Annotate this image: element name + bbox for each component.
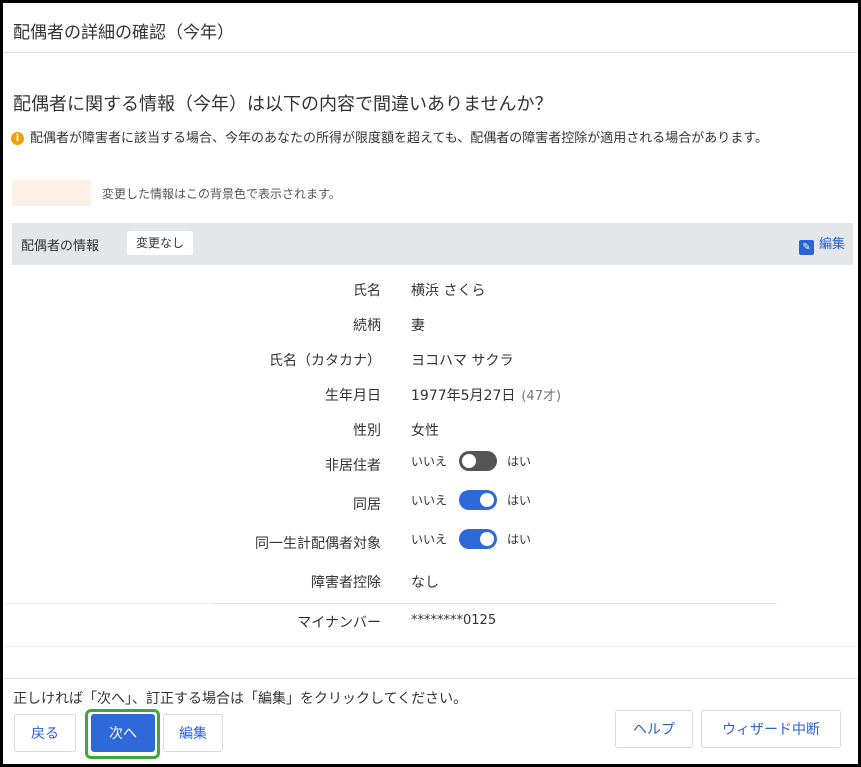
divider — [3, 646, 858, 647]
title-bar: 配偶者の詳細の確認（今年） — [3, 3, 858, 53]
toggle-group: いいえ はい — [411, 529, 531, 549]
cohabit-toggle[interactable] — [459, 490, 498, 510]
age-value: (47才) — [521, 389, 562, 404]
toggle-no-label: いいえ — [411, 493, 448, 508]
section-title: 配偶者の情報 — [21, 239, 100, 254]
field-row-birthday: 生年月日 1977年5月27日 (47才) — [3, 376, 858, 411]
field-value: 女性 — [411, 423, 439, 439]
dialog-title: 配偶者の詳細の確認（今年） — [13, 23, 234, 43]
spouse-info-header: 配偶者の情報 変更なし ✎ 編集 — [12, 223, 853, 265]
nonresident-toggle[interactable] — [459, 451, 498, 471]
field-row-same-household: 同一生計配偶者対象 いいえ はい — [3, 524, 858, 563]
field-label: 氏名 — [353, 283, 381, 299]
toggle-group: いいえ はい — [411, 490, 531, 510]
field-value: なし — [411, 575, 439, 591]
field-label: 障害者控除 — [311, 575, 381, 591]
field-value: ヨコハマ サクラ — [411, 353, 514, 369]
field-row-cohabit: 同居 いいえ はい — [3, 485, 858, 524]
toggle-knob — [462, 454, 477, 468]
field-row-relation: 続柄 妻 — [3, 306, 858, 341]
toggle-yes-label: はい — [507, 454, 532, 469]
field-row-nonresident: 非居住者 いいえ はい — [3, 446, 858, 485]
field-label: 非居住者 — [325, 458, 381, 474]
field-label: マイナンバー — [297, 615, 381, 631]
info-icon: i — [11, 132, 24, 145]
field-value: 妻 — [411, 318, 425, 334]
confirm-question: 配偶者に関する情報（今年）は以下の内容で間違いありませんか？ — [13, 94, 553, 115]
field-label: 生年月日 — [325, 388, 381, 404]
field-value: 横浜 さくら — [411, 283, 486, 299]
abort-wizard-button[interactable]: ウィザード中断 — [701, 710, 841, 748]
field-row-name: 氏名 横浜 さくら — [3, 271, 858, 306]
field-label: 同居 — [353, 497, 381, 513]
field-label: 続柄 — [353, 318, 381, 334]
dialog-window: 配偶者の詳細の確認（今年） 配偶者に関する情報（今年）は以下の内容で間違いありま… — [0, 0, 861, 767]
section-edit-link[interactable]: ✎ 編集 — [798, 233, 845, 255]
help-button[interactable]: ヘルプ — [615, 710, 693, 748]
notice-text: 配偶者が障害者に該当する場合、今年のあなたの所得が限度額を超えても、配偶者の障害… — [30, 131, 769, 146]
next-button[interactable]: 次へ — [91, 714, 155, 752]
section-edit-label: 編集 — [818, 237, 845, 252]
same-household-toggle[interactable] — [459, 529, 498, 549]
edit-button[interactable]: 編集 — [163, 714, 223, 752]
field-row-kana: 氏名（カタカナ） ヨコハマ サクラ — [3, 341, 858, 376]
spouse-info-list: 氏名 横浜 さくら 続柄 妻 氏名（カタカナ） ヨコハマ サクラ 生年月日 19… — [3, 271, 858, 598]
toggle-no-label: いいえ — [411, 454, 448, 469]
notice: i 配偶者が障害者に該当する場合、今年のあなたの所得が限度額を超えても、配偶者の障… — [11, 127, 768, 146]
footer-message: 正しければ「次へ」、訂正する場合は「編集」をクリックしてください。 — [13, 691, 468, 707]
toggle-knob — [480, 532, 495, 546]
toggle-group: いいえ はい — [411, 451, 531, 471]
pencil-icon: ✎ — [798, 240, 814, 255]
changed-color-swatch — [12, 180, 91, 206]
field-label: 氏名（カタカナ） — [269, 353, 381, 369]
field-value: ********0125 — [411, 613, 497, 628]
field-value: 1977年5月27日 (47才) — [411, 385, 561, 405]
birthday-value: 1977年5月27日 — [411, 388, 516, 404]
footer-divider — [3, 678, 858, 679]
back-button[interactable]: 戻る — [14, 714, 76, 752]
field-label: 性別 — [353, 423, 381, 439]
toggle-knob — [480, 493, 495, 507]
legend-text: 変更した情報はこの背景色で表示されます。 — [102, 187, 341, 201]
field-row-gender: 性別 女性 — [3, 411, 858, 446]
field-label: 同一生計配偶者対象 — [255, 536, 381, 552]
field-row-mynumber: マイナンバー ********0125 — [3, 604, 858, 646]
toggle-yes-label: はい — [507, 532, 532, 547]
field-row-disability: 障害者控除 なし — [3, 563, 858, 598]
toggle-no-label: いいえ — [411, 532, 448, 547]
status-badge: 変更なし — [127, 231, 194, 255]
toggle-yes-label: はい — [507, 493, 532, 508]
